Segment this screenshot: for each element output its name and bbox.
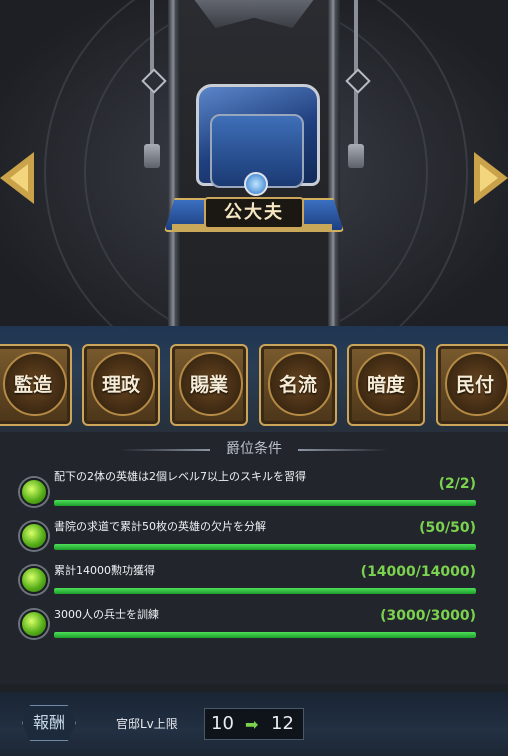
level-cap-box: 10 ➡ 12 xyxy=(204,708,304,740)
arrow-right-icon: ➡ xyxy=(245,715,259,734)
condition-row: 書院の求道で累計50枚の英雄の欠片を分解 (50/50) xyxy=(0,514,508,554)
check-dot-icon xyxy=(20,566,48,594)
condition-progress: (50/50) xyxy=(419,520,476,536)
condition-row: 配下の2体の英雄は2個レベル7以上のスキルを習得 (2/2) xyxy=(0,470,508,510)
header-divider-right xyxy=(298,449,388,451)
rank-tab-label: 民付 xyxy=(455,374,494,396)
next-rank-arrow-icon[interactable] xyxy=(474,152,508,204)
progress-fill xyxy=(54,500,476,506)
level-cap-from: 10 xyxy=(211,713,234,734)
check-dot-icon xyxy=(20,478,48,506)
condition-row: 3000人の兵士を訓練 (3000/3000) xyxy=(0,602,508,642)
check-dot-icon xyxy=(20,610,48,638)
rank-name-plate: 公大夫 xyxy=(204,197,304,229)
rank-tab-label: 暗度 xyxy=(366,374,405,396)
header-divider-left xyxy=(120,449,210,451)
hat-gem-icon xyxy=(244,172,268,196)
condition-text: 3000人の兵士を訓練 xyxy=(54,608,159,621)
rank-tab-5[interactable]: 暗度 xyxy=(347,344,425,426)
condition-progress: (14000/14000) xyxy=(360,564,476,580)
condition-text: 累計14000勲功獲得 xyxy=(54,564,155,577)
condition-progress: (2/2) xyxy=(438,476,476,492)
residence-level-cap-label: 官邸Lv上限 xyxy=(116,717,178,731)
rank-tab-1[interactable]: 監造 xyxy=(0,344,72,426)
check-dot-icon xyxy=(20,522,48,550)
prev-rank-arrow-icon[interactable] xyxy=(0,152,34,204)
reward-tag: 報酬 xyxy=(22,705,76,741)
conditions-title: 爵位条件 xyxy=(226,441,282,457)
condition-progress: (3000/3000) xyxy=(380,608,476,624)
condition-progress-bar xyxy=(54,500,476,506)
official-hat-icon xyxy=(190,84,320,196)
rank-tabs-band xyxy=(0,326,508,432)
rank-tab-2[interactable]: 理政 xyxy=(82,344,160,426)
conditions-header: 爵位条件 xyxy=(0,438,508,462)
rank-tab-label: 賜業 xyxy=(189,374,228,396)
progress-fill xyxy=(54,588,476,594)
progress-fill xyxy=(54,544,476,550)
rank-tab-label: 名流 xyxy=(278,374,317,396)
condition-progress-bar xyxy=(54,544,476,550)
rank-tab-3[interactable]: 賜業 xyxy=(170,344,248,426)
condition-text: 配下の2体の英雄は2個レベル7以上のスキルを習得 xyxy=(54,470,306,483)
rank-tab-6[interactable]: 民付 xyxy=(436,344,508,426)
right-pillar xyxy=(328,0,340,326)
rank-tab-label: 監造 xyxy=(13,374,52,396)
condition-progress-bar xyxy=(54,588,476,594)
level-cap-to: 12 xyxy=(271,713,294,734)
left-pillar xyxy=(168,0,180,326)
rank-tab-label: 理政 xyxy=(101,374,140,396)
condition-row: 累計14000勲功獲得 (14000/14000) xyxy=(0,558,508,598)
rank-tab-4[interactable]: 名流 xyxy=(259,344,337,426)
progress-fill xyxy=(54,632,476,638)
condition-text: 書院の求道で累計50枚の英雄の欠片を分解 xyxy=(54,520,266,533)
condition-progress-bar xyxy=(54,632,476,638)
